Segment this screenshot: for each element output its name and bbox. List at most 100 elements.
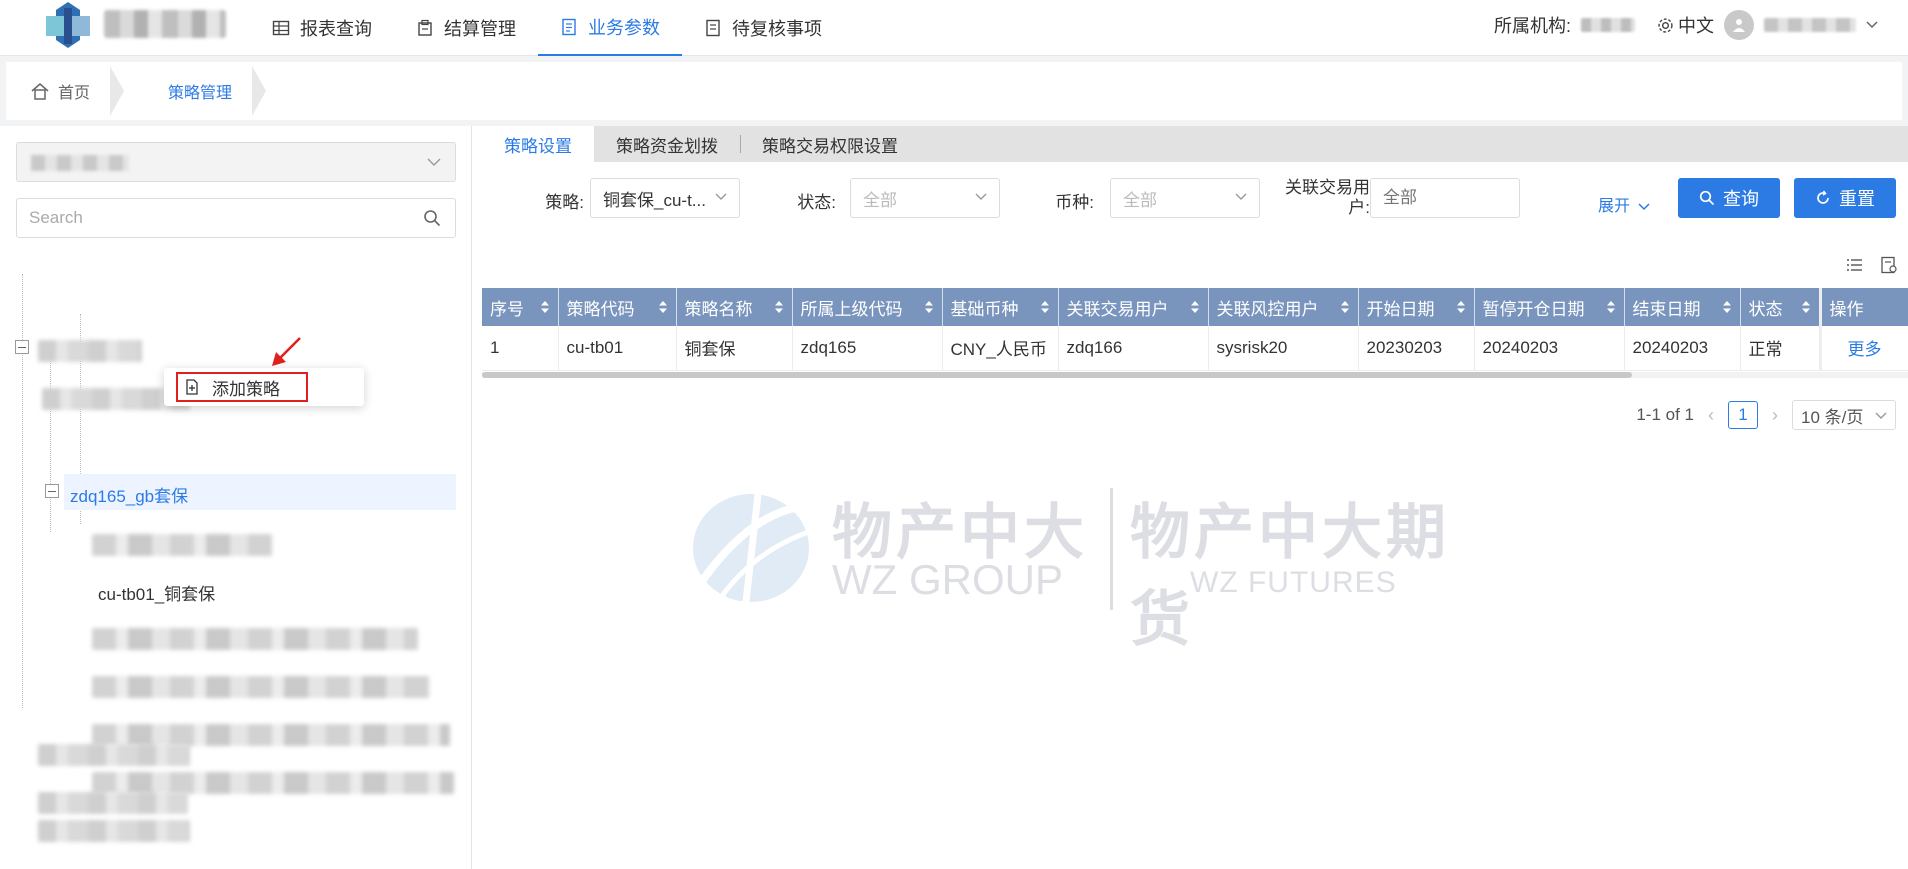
sort-icon[interactable] bbox=[1606, 300, 1616, 314]
sort-icon[interactable] bbox=[924, 300, 934, 314]
page-size-select[interactable]: 10 条/页 bbox=[1792, 400, 1896, 430]
table-row[interactable]: 1 cu-tb01 铜套保 zdq165 CNY_人民币 zdq166 sysrisk20 2… bbox=[482, 326, 1908, 371]
currency-select[interactable]: 全部 bbox=[1110, 178, 1260, 218]
tab-strategy-fund-transfer[interactable]: 策略资金划拨 bbox=[594, 126, 740, 162]
linked-user-input[interactable] bbox=[1370, 178, 1520, 218]
reset-button[interactable]: 重置 bbox=[1794, 178, 1896, 218]
status-select[interactable]: 全部 bbox=[850, 178, 1000, 218]
tree-node-redacted[interactable] bbox=[38, 340, 142, 362]
table-tools bbox=[1846, 256, 1898, 274]
column-header[interactable]: 基础币种 bbox=[942, 288, 1059, 326]
sort-icon[interactable] bbox=[1456, 300, 1466, 314]
tree-node-redacted[interactable] bbox=[38, 792, 188, 814]
top-right-area: 所属机构: 中文 bbox=[1494, 0, 1878, 50]
column-header[interactable]: 关联风控用户 bbox=[1208, 288, 1359, 326]
next-page-button[interactable]: › bbox=[1772, 405, 1778, 426]
column-header[interactable]: 策略代码 bbox=[558, 288, 677, 326]
tree-node-redacted[interactable] bbox=[92, 676, 430, 698]
column-header-label: 所属上级代码 bbox=[800, 299, 903, 319]
tree-collapse-toggle[interactable] bbox=[15, 340, 29, 354]
tree-search-input[interactable] bbox=[17, 199, 407, 237]
add-strategy-label: 添加策略 bbox=[212, 379, 280, 399]
tree-node-child[interactable]: cu-tb01_铜套保 bbox=[98, 580, 215, 605]
table-cell: 20230203 bbox=[1358, 326, 1475, 371]
sort-icon[interactable] bbox=[658, 300, 668, 314]
nav-item-settlement[interactable]: 结算管理 bbox=[394, 0, 538, 56]
column-header[interactable]: 状态 bbox=[1740, 288, 1821, 326]
tree-node-redacted[interactable] bbox=[38, 744, 190, 766]
column-header[interactable]: 所属上级代码 bbox=[792, 288, 943, 326]
column-header[interactable]: 开始日期 bbox=[1358, 288, 1475, 326]
nav-item-business-params[interactable]: 业务参数 bbox=[538, 0, 682, 56]
column-header[interactable]: 序号 bbox=[482, 288, 559, 326]
tree-node-selected[interactable]: zdq165_gb套保 bbox=[70, 482, 188, 507]
tree-node-redacted[interactable] bbox=[92, 628, 418, 650]
company-logo-icon bbox=[46, 2, 90, 48]
org-select-value-redacted bbox=[31, 155, 129, 171]
pagination-summary: 1-1 of 1 bbox=[1636, 405, 1694, 424]
username-redacted bbox=[1764, 18, 1856, 32]
strategy-settings-panel: 策略设置 策略资金划拨 策略交易权限设置 策略: 铜套保_cu-t... 状态:… bbox=[482, 126, 1908, 869]
column-header[interactable]: 关联交易用户 bbox=[1058, 288, 1209, 326]
tab-strategy-settings[interactable]: 策略设置 bbox=[482, 126, 594, 162]
expand-filters-link[interactable]: 展开 bbox=[1598, 192, 1650, 216]
top-navbar: 报表查询 结算管理 业务参数 待复核事项 所属机构: 中文 bbox=[0, 0, 1908, 56]
tree-node-redacted[interactable] bbox=[92, 724, 450, 746]
column-header[interactable]: 结束日期 bbox=[1624, 288, 1741, 326]
column-header-label: 结束日期 bbox=[1632, 299, 1701, 319]
nav-item-pending-review[interactable]: 待复核事项 bbox=[682, 0, 844, 56]
sort-icon[interactable] bbox=[1040, 300, 1050, 314]
table-cell: 正常 bbox=[1740, 326, 1821, 371]
more-actions-link[interactable]: 更多 bbox=[1818, 326, 1908, 371]
export-icon[interactable] bbox=[1880, 256, 1898, 274]
column-header[interactable]: 策略名称 bbox=[676, 288, 793, 326]
annotation-arrow-icon bbox=[272, 337, 301, 366]
tree-collapse-toggle[interactable] bbox=[45, 484, 59, 498]
prev-page-button[interactable]: ‹ bbox=[1708, 405, 1714, 426]
home-icon bbox=[31, 83, 49, 100]
breadcrumb-home[interactable]: 首页 bbox=[6, 62, 125, 120]
column-header[interactable]: 暂停开仓日期 bbox=[1474, 288, 1625, 326]
add-strategy-menu-item[interactable]: 添加策略 bbox=[176, 372, 308, 402]
tree-node-redacted[interactable] bbox=[92, 772, 454, 794]
column-list-icon[interactable] bbox=[1846, 256, 1864, 274]
watermark-divider bbox=[1110, 488, 1113, 610]
table-icon bbox=[272, 20, 290, 36]
chevron-down-icon[interactable] bbox=[1866, 21, 1878, 29]
search-icon[interactable] bbox=[423, 209, 441, 227]
linked-user-filter-label: 关联交易用户: bbox=[1285, 178, 1370, 217]
sort-icon[interactable] bbox=[540, 300, 550, 314]
column-header-label: 暂停开仓日期 bbox=[1482, 299, 1585, 319]
sort-icon[interactable] bbox=[774, 300, 784, 314]
chevron-down-icon bbox=[427, 158, 441, 166]
query-label: 查询 bbox=[1723, 189, 1759, 209]
tab-strategy-trade-permission[interactable]: 策略交易权限设置 bbox=[740, 126, 920, 162]
column-header-label: 关联交易用户 bbox=[1066, 299, 1169, 319]
tab-label: 策略设置 bbox=[504, 136, 572, 156]
language-label: 中文 bbox=[1678, 16, 1714, 36]
org-value-redacted bbox=[1581, 18, 1635, 32]
chevron-down-icon bbox=[1875, 412, 1887, 419]
tree-node-redacted[interactable] bbox=[38, 820, 190, 842]
calculator-icon bbox=[418, 19, 432, 36]
table-horizontal-scrollbar[interactable] bbox=[482, 372, 1908, 378]
table-cell: 1 bbox=[482, 326, 559, 371]
currency-select-value: 全部 bbox=[1123, 190, 1157, 210]
strategy-select[interactable]: 铜套保_cu-t... bbox=[590, 178, 740, 218]
scrollbar-thumb[interactable] bbox=[482, 372, 1632, 378]
nav-item-reports[interactable]: 报表查询 bbox=[250, 0, 394, 56]
column-header-label: 策略名称 bbox=[684, 299, 753, 319]
avatar[interactable] bbox=[1724, 10, 1754, 40]
strategy-select-value: 铜套保_cu-t... bbox=[603, 190, 706, 210]
page-number-button[interactable]: 1 bbox=[1728, 401, 1758, 429]
language-switch[interactable]: 中文 bbox=[1657, 12, 1714, 38]
tree-node-redacted[interactable] bbox=[92, 534, 272, 556]
sort-icon[interactable] bbox=[1190, 300, 1200, 314]
sort-icon[interactable] bbox=[1340, 300, 1350, 314]
sort-icon[interactable] bbox=[1801, 300, 1811, 314]
tree-search bbox=[16, 198, 456, 238]
org-select[interactable] bbox=[16, 142, 456, 182]
sort-icon[interactable] bbox=[1722, 300, 1732, 314]
column-header-label: 关联风控用户 bbox=[1216, 299, 1319, 319]
query-button[interactable]: 查询 bbox=[1678, 178, 1780, 218]
